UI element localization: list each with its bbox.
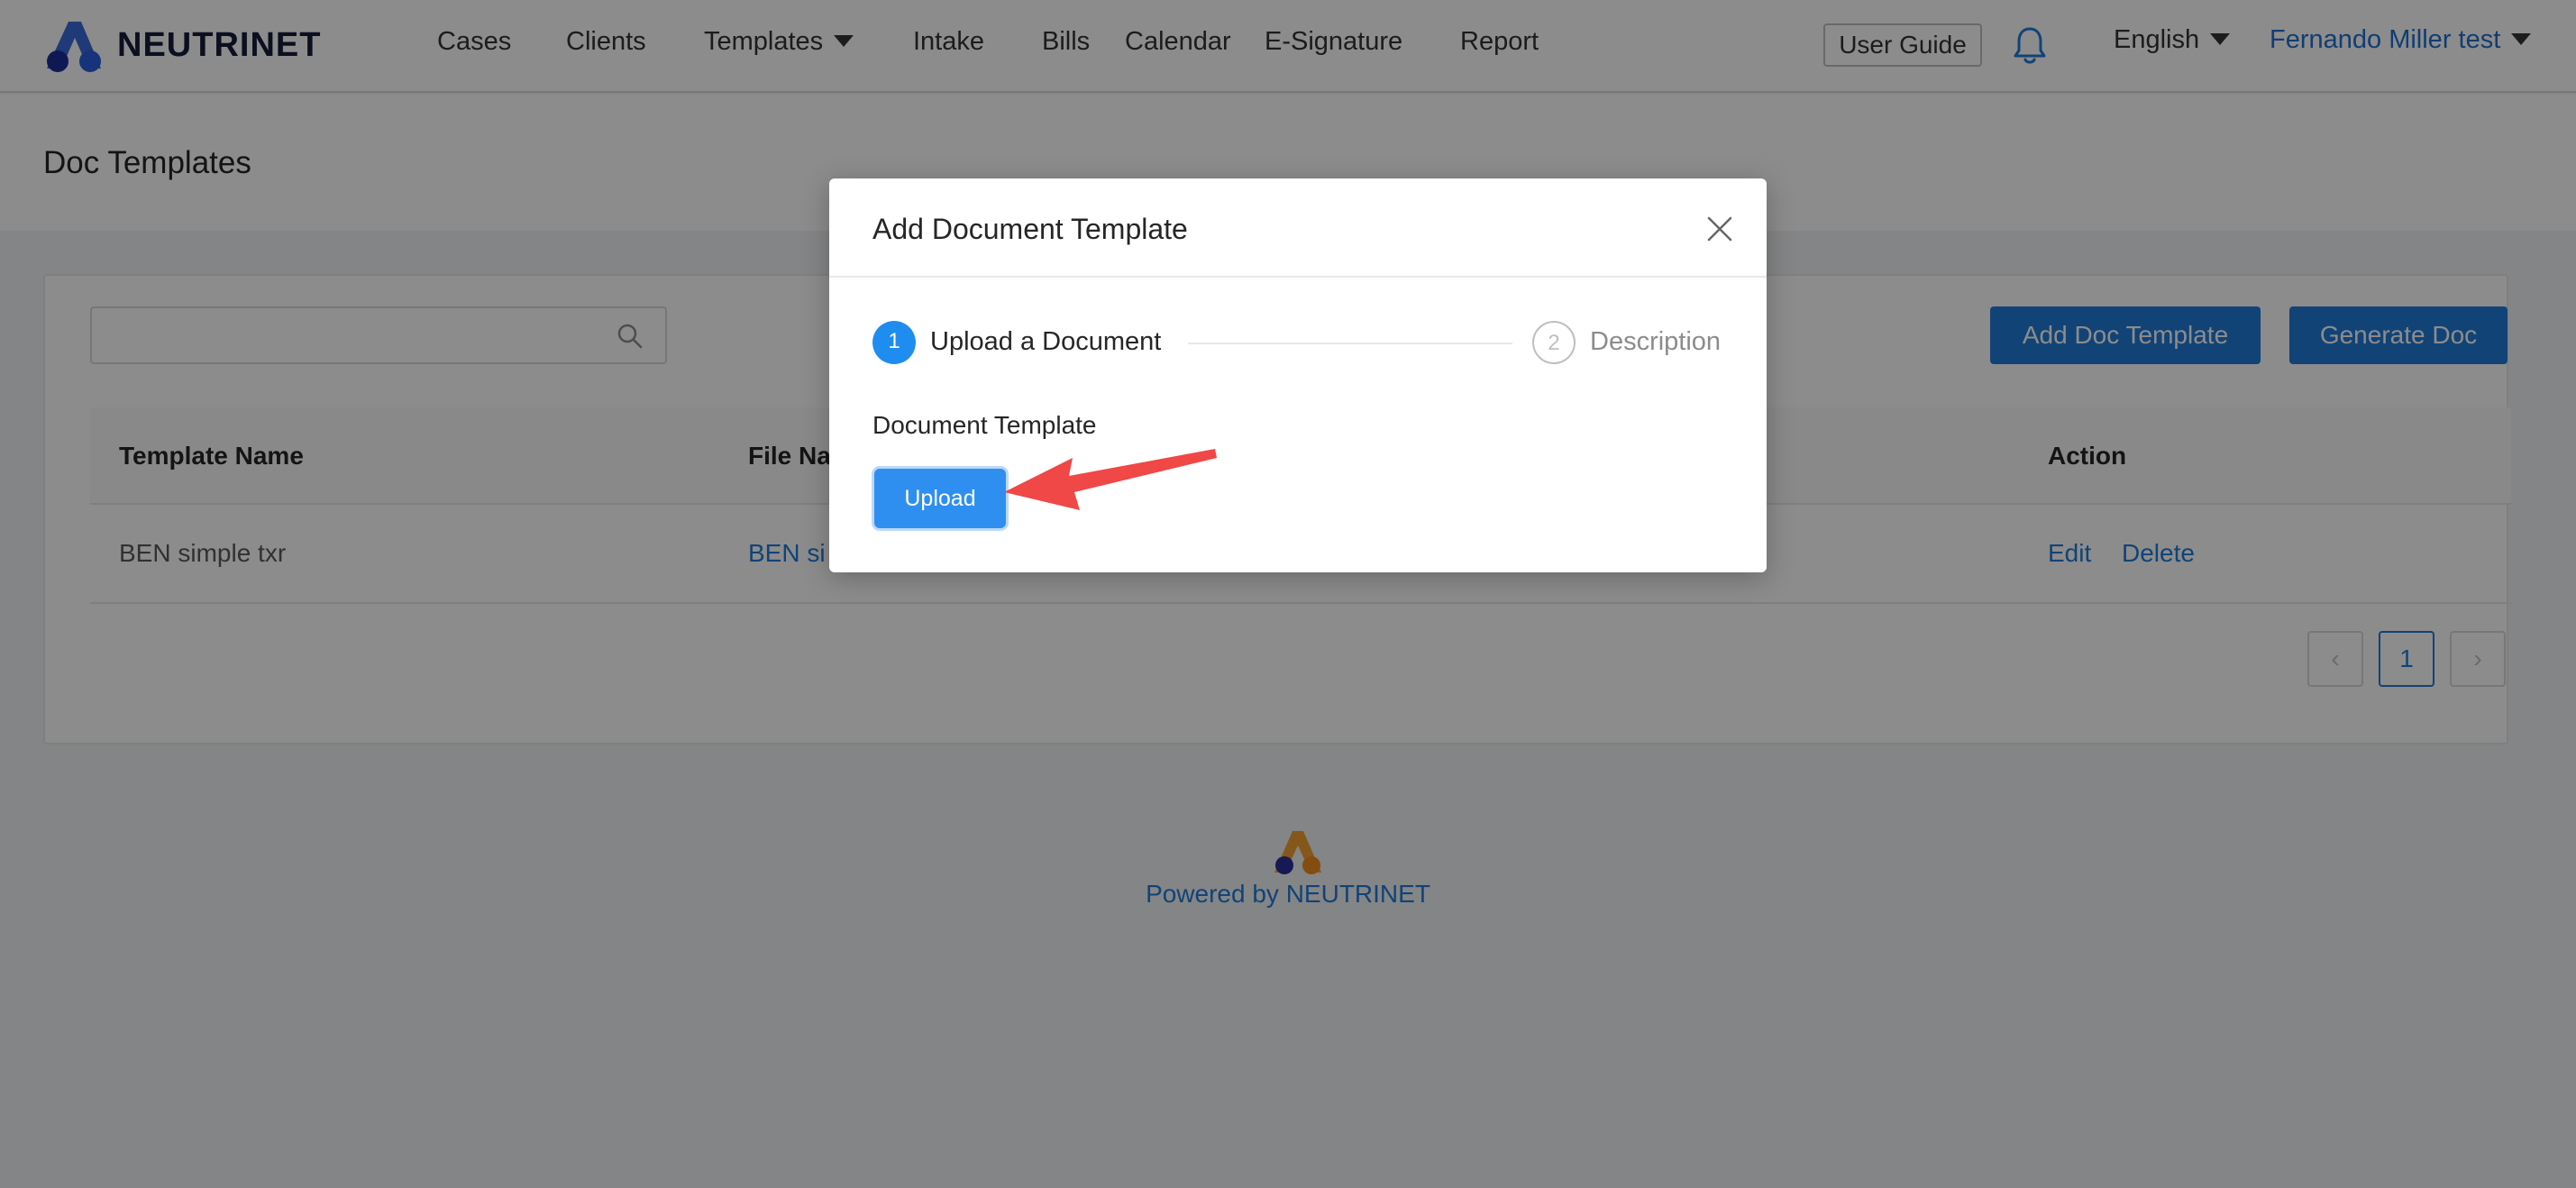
annotation-arrow-icon <box>1004 449 1217 510</box>
upload-button[interactable]: Upload <box>874 469 1006 528</box>
step-1-indicator: 1 <box>872 321 916 364</box>
document-template-label: Document Template <box>872 411 1097 439</box>
step-2-label: Description <box>1590 327 1722 356</box>
step-connector <box>1188 343 1512 344</box>
modal-header: Add Document Template <box>829 178 1767 278</box>
step-2-indicator: 2 <box>1532 321 1576 364</box>
close-icon[interactable] <box>1705 215 1734 243</box>
add-document-template-dialog: Add Document Template 1 Upload a Documen… <box>829 178 1767 572</box>
modal-title: Add Document Template <box>872 213 1188 245</box>
step-1-label: Upload a Document <box>930 327 1162 356</box>
